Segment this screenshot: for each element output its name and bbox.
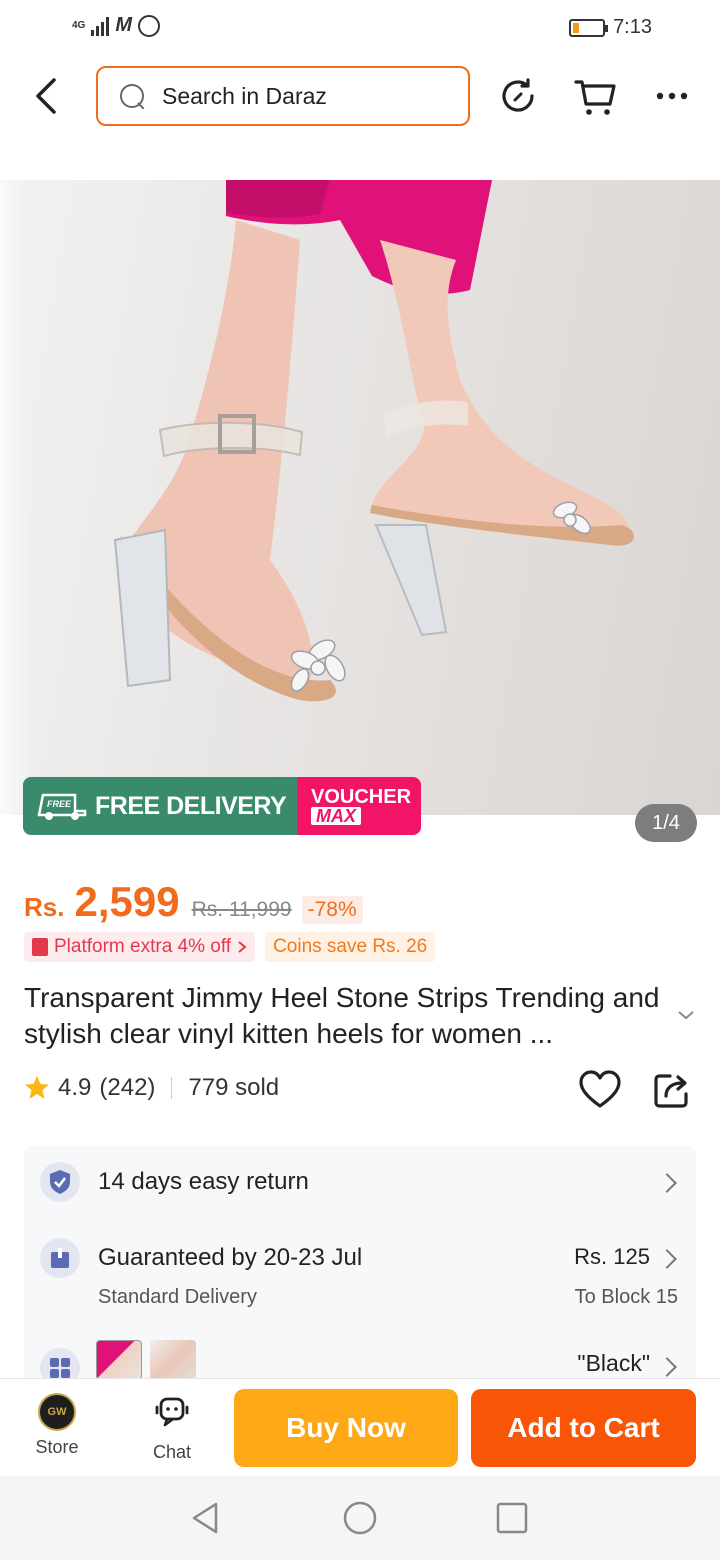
delivery-guarantee-label: Guaranteed by 20-23 Jul	[98, 1244, 363, 1271]
current-price: 2,599	[74, 878, 180, 925]
back-arrow-icon	[36, 78, 56, 114]
product-image-carousel[interactable]	[0, 180, 720, 815]
voucher-label: VOUCHER	[311, 786, 412, 808]
delivery-truck-icon: FREE	[37, 793, 87, 820]
voucher-icon	[32, 938, 48, 956]
rating-score: 4.9	[58, 1074, 92, 1101]
signal-icon	[91, 16, 110, 36]
more-options-button[interactable]	[650, 74, 694, 118]
search-icon	[118, 82, 146, 110]
variant-value: "Black"	[577, 1350, 650, 1376]
price-row: Rs. 2,599 Rs. 11,999 -78%	[24, 878, 363, 926]
status-bar: 4G M 7:13	[0, 0, 720, 56]
image-pager: 1/4	[635, 804, 697, 842]
heart-icon	[579, 1070, 621, 1108]
voucher-max-badge: VOUCHER MAX	[297, 777, 421, 835]
status-icons-right: 7:13	[569, 16, 652, 39]
nav-back-icon[interactable]	[188, 1500, 224, 1536]
whatsapp-icon	[138, 14, 161, 37]
nav-recents-icon[interactable]	[494, 1500, 530, 1536]
rating-count: (242)	[99, 1074, 156, 1101]
bottom-action-bar: GW Store Chat Buy Now Add to Cart	[0, 1378, 720, 1476]
free-tag: FREE	[47, 799, 72, 809]
sold-count: 779 sold	[188, 1074, 280, 1101]
cart-button[interactable]	[574, 74, 618, 118]
delivery-row[interactable]: Guaranteed by 20-23 Jul Standard Deliver…	[24, 1232, 696, 1322]
back-button[interactable]	[28, 74, 68, 118]
chevron-right-icon	[657, 1173, 677, 1193]
refresh-icon	[502, 78, 534, 112]
chevron-right-icon	[238, 941, 247, 953]
discount-badge: -78%	[301, 896, 363, 924]
service-card: 14 days easy return Guaranteed by 20-23 …	[24, 1146, 696, 1406]
store-tab[interactable]: GW Store	[17, 1393, 97, 1458]
divider	[171, 1077, 173, 1099]
return-policy-label: 14 days easy return	[98, 1168, 309, 1195]
share-button[interactable]	[652, 1070, 692, 1110]
chat-label: Chat	[152, 1442, 192, 1462]
price-currency: Rs.	[24, 892, 65, 922]
platform-offer-tag[interactable]: Platform extra 4% off	[24, 932, 256, 962]
return-policy-row[interactable]: 14 days easy return	[24, 1146, 696, 1218]
star-icon	[25, 1076, 49, 1099]
platform-offer-label: Platform extra 4% off	[54, 936, 232, 957]
more-icon	[656, 92, 688, 100]
promo-row: Platform extra 4% off Coins save Rs. 26	[24, 932, 436, 962]
chevron-right-icon	[657, 1249, 677, 1269]
variant-thumbnail[interactable]	[150, 1340, 196, 1380]
system-navigation-bar	[0, 1476, 720, 1560]
free-delivery-label: FREE DELIVERY	[95, 791, 287, 820]
add-to-cart-button[interactable]: Add to Cart	[471, 1389, 696, 1467]
gmail-icon: M	[115, 14, 133, 36]
rating-row[interactable]: 4.9 (242) 779 sold	[24, 1074, 279, 1102]
coins-tag: Coins save Rs. 26	[265, 932, 436, 962]
variant-thumbnail[interactable]	[96, 1340, 142, 1380]
delivery-type-label: Standard Delivery	[98, 1286, 257, 1308]
wishlist-button[interactable]	[578, 1070, 622, 1110]
clock: 7:13	[613, 16, 652, 38]
refresh-button[interactable]	[498, 74, 542, 118]
chat-tab[interactable]: Chat	[132, 1393, 212, 1463]
status-icons-left: 4G M	[72, 14, 161, 37]
chevron-right-icon	[657, 1357, 677, 1377]
free-delivery-badge: FREE FREE DELIVERY	[23, 777, 297, 835]
share-icon	[654, 1074, 688, 1108]
nav-home-icon[interactable]	[342, 1500, 378, 1536]
battery-icon	[569, 18, 609, 37]
product-photo	[113, 180, 634, 702]
delivery-box-icon	[40, 1238, 80, 1278]
promo-badge: FREE FREE DELIVERY VOUCHER MAX	[23, 777, 421, 835]
shield-check-icon	[40, 1162, 80, 1202]
voucher-max-label: MAX	[311, 807, 361, 825]
chevron-down-icon[interactable]	[676, 1008, 696, 1022]
store-label: Store	[35, 1437, 79, 1457]
product-title: Transparent Jimmy Heel Stone Strips Tren…	[24, 982, 660, 1049]
coins-label: Coins save Rs. 26	[273, 936, 428, 957]
buy-now-button[interactable]: Buy Now	[234, 1389, 458, 1467]
store-logo: GW	[38, 1393, 76, 1431]
original-price: Rs. 11,999	[191, 898, 292, 921]
search-input[interactable]: Search in Daraz	[96, 66, 470, 126]
chat-icon	[155, 1397, 189, 1427]
search-placeholder: Search in Daraz	[162, 82, 327, 109]
cart-icon	[574, 80, 616, 115]
header: Search in Daraz	[0, 60, 720, 132]
delivery-location: To Block 15	[574, 1286, 678, 1308]
delivery-fee: Rs. 125	[574, 1244, 650, 1269]
network-type: 4G	[72, 19, 86, 31]
